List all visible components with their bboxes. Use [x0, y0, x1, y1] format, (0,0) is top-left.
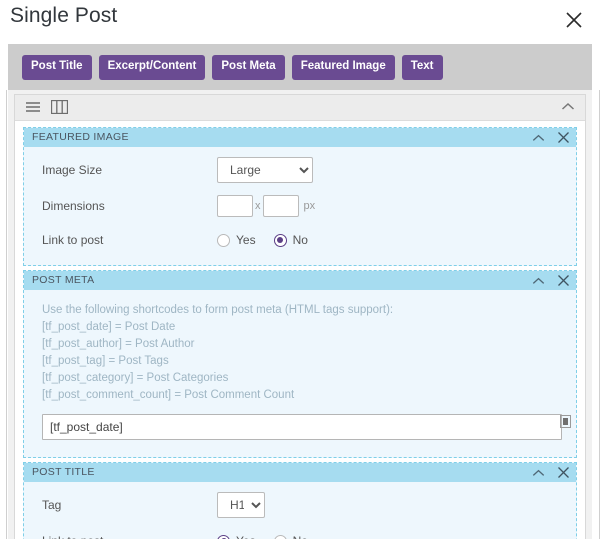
module-post-meta: POST META Use the following shortcodes t…: [23, 270, 577, 458]
radio-option-yes[interactable]: Yes: [217, 534, 256, 539]
modal-header: Single Post: [0, 0, 600, 42]
dimension-height-input[interactable]: [262, 195, 299, 217]
page-title: Single Post: [10, 4, 118, 27]
radio-label: Yes: [236, 233, 256, 247]
radio-option-no[interactable]: No: [273, 233, 308, 247]
field-label: Dimensions: [42, 199, 105, 213]
module-header[interactable]: POST TITLE: [24, 463, 576, 482]
image-size-select[interactable]: Large: [217, 157, 313, 183]
shortcode-help-line: [tf_post_date] = Post Date: [42, 321, 176, 333]
module-collapse-chevron-up-icon[interactable]: [532, 277, 545, 285]
shortcode-help-intro: Use the following shortcodes to form pos…: [42, 304, 394, 316]
field-label: Link to post: [42, 233, 104, 247]
columns-layout-icon[interactable]: [50, 99, 69, 117]
radio-option-no[interactable]: No: [273, 534, 308, 539]
radio-label: No: [292, 233, 308, 247]
radio-indicator: [273, 233, 287, 247]
module-remove-close-icon[interactable]: [557, 131, 570, 144]
field-link-to-post: Link to post Yes No: [42, 229, 576, 251]
radio-indicator: [217, 534, 230, 539]
module-header[interactable]: FEATURED IMAGE: [24, 128, 576, 147]
tab-featured-image[interactable]: Featured Image: [291, 55, 395, 80]
shortcode-help-line: [tf_post_tag] = Post Tags: [42, 355, 169, 367]
module-title: FEATURED IMAGE: [32, 131, 129, 143]
module-remove-close-icon[interactable]: [557, 274, 570, 287]
field-label: Tag: [42, 498, 62, 512]
dimension-separator: x: [255, 200, 261, 212]
module-title: POST TITLE: [32, 466, 95, 478]
link-to-post-radio-group: Yes No: [217, 534, 326, 539]
field-image-size: Image Size Large: [42, 157, 576, 183]
row-collapse-chevron-up-icon[interactable]: [561, 100, 575, 114]
field-dimensions: Dimensions x px: [42, 195, 576, 217]
module-featured-image: FEATURED IMAGE Image Size Large Dimensio…: [23, 127, 577, 266]
tab-post-meta[interactable]: Post Meta: [212, 55, 285, 80]
canvas-left-rail: [6, 90, 7, 539]
link-to-post-radio-group: Yes No: [217, 233, 326, 247]
shortcode-help-line: [tf_post_comment_count] = Post Comment C…: [42, 389, 295, 401]
tab-post-title[interactable]: Post Title: [22, 55, 92, 80]
tag-select[interactable]: H1: [217, 492, 265, 518]
module-tab-bar: Post Title Excerpt/Content Post Meta Featur…: [8, 44, 592, 90]
module-collapse-chevron-up-icon[interactable]: [532, 134, 545, 142]
module-body: Tag H1 Link to post: [24, 482, 576, 539]
radio-indicator: [273, 534, 287, 539]
radio-indicator: [217, 233, 230, 247]
row-modules-container: FEATURED IMAGE Image Size Large Dimensio…: [15, 121, 585, 539]
module-title: POST META: [32, 274, 95, 286]
shortcode-help-line: [tf_post_category] = Post Categories: [42, 372, 229, 384]
field-tag: Tag H1: [42, 492, 576, 518]
module-post-title: POST TITLE Tag H1: [23, 462, 577, 539]
field-link-to-post: Link to post Yes No: [42, 530, 576, 539]
shortcode-help-list: Use the following shortcodes to form pos…: [42, 300, 576, 410]
hamburger-icon[interactable]: [25, 100, 41, 117]
module-collapse-chevron-up-icon[interactable]: [532, 469, 545, 477]
radio-label: Yes: [236, 534, 256, 539]
module-body: Image Size Large Dimensions x px Link to…: [24, 147, 576, 265]
module-header[interactable]: POST META: [24, 271, 576, 290]
tab-excerpt-content[interactable]: Excerpt/Content: [98, 55, 206, 80]
resize-handle-icon[interactable]: [560, 415, 571, 428]
module-body: Use the following shortcodes to form pos…: [24, 290, 576, 457]
field-label: Link to post: [42, 534, 217, 539]
tab-text[interactable]: Text: [401, 55, 443, 80]
field-label: Image Size: [42, 163, 103, 177]
post-meta-input-wrap: [tf_post_date]: [42, 410, 576, 445]
dimension-width-input[interactable]: [217, 195, 253, 217]
dimension-unit-label: px: [303, 200, 316, 212]
row-toolbar: [15, 95, 585, 121]
post-meta-textarea[interactable]: [tf_post_date]: [42, 414, 562, 440]
radio-label: No: [293, 534, 308, 539]
builder-row: FEATURED IMAGE Image Size Large Dimensio…: [14, 94, 586, 539]
radio-option-yes[interactable]: Yes: [217, 233, 256, 247]
shortcode-help-line: [tf_post_author] = Post Author: [42, 338, 195, 350]
builder-canvas: FEATURED IMAGE Image Size Large Dimensio…: [6, 90, 600, 539]
close-icon[interactable]: [562, 8, 586, 32]
module-remove-close-icon[interactable]: [557, 466, 570, 479]
